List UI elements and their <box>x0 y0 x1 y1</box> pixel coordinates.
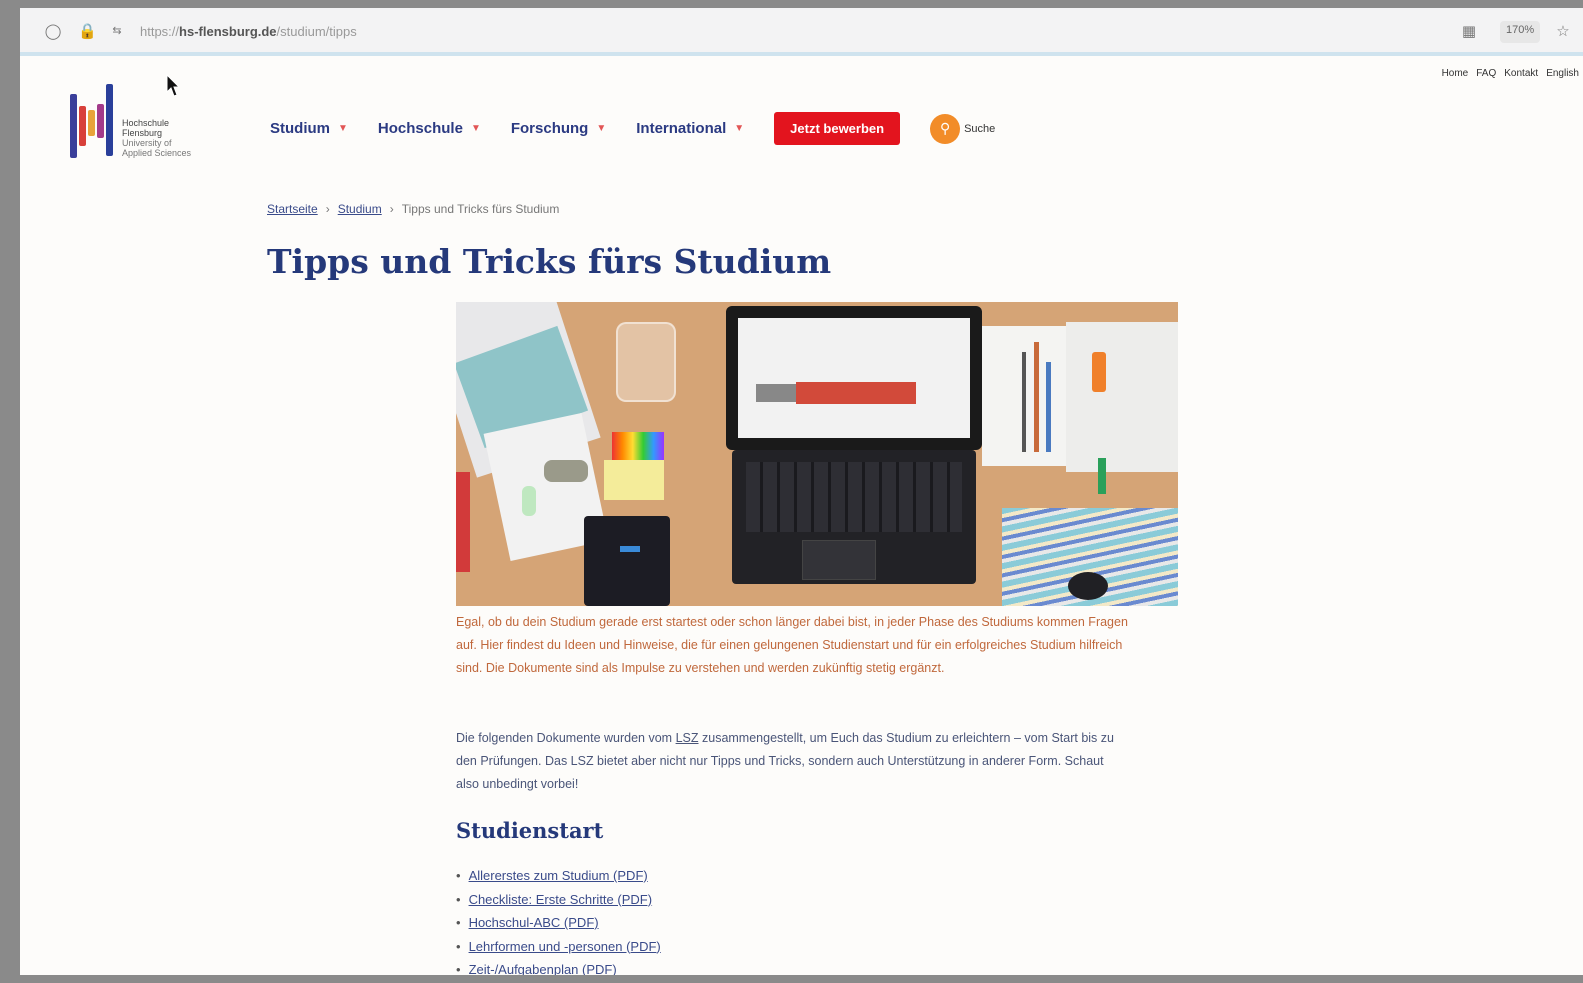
document-link[interactable]: Allererstes zum Studium (PDF) <box>469 868 648 883</box>
document-link[interactable]: Lehrformen und -personen (PDF) <box>469 939 661 954</box>
list-item: • Checkliste: Erste Schritte (PDF) <box>456 891 653 907</box>
nav-item-hochschule[interactable]: Hochschule ▼ <box>378 120 481 137</box>
list-item: • Lehrformen und -personen (PDF) <box>456 938 661 954</box>
list-item: • Hochschul-ABC (PDF) <box>456 915 599 930</box>
lsz-link[interactable]: LSZ <box>676 731 699 745</box>
site-logo[interactable]: Hochschule Flensburg University of Appli… <box>70 82 230 182</box>
logo-bar <box>70 94 77 158</box>
nav-item-international[interactable]: International ▼ <box>636 120 744 137</box>
browser-url-bar: ◯ 🔒 ⇆ https://hs-flensburg.de/studium/ti… <box>20 8 1583 56</box>
logo-bar <box>106 84 113 156</box>
chevron-down-icon: ▼ <box>338 123 348 134</box>
document-link[interactable]: Zeit-/Aufgabenplan (PDF) <box>469 962 617 975</box>
breadcrumb-studium[interactable]: Studium <box>338 202 382 216</box>
url-field[interactable]: https://hs-flensburg.de/studium/tipps <box>140 24 357 39</box>
reader-icon[interactable]: ▦ <box>1460 22 1478 40</box>
list-item: • Zeit-/Aufgabenplan (PDF) <box>456 962 617 975</box>
logo-bar <box>88 110 95 136</box>
body-text: Die folgenden Dokumente wurden vom LSZ z… <box>456 731 1114 791</box>
search-icon: ⚲ <box>930 113 961 144</box>
breadcrumb-home[interactable]: Startseite <box>267 202 318 216</box>
browser-window: ◯ 🔒 ⇆ https://hs-flensburg.de/studium/ti… <box>20 8 1583 975</box>
apply-button[interactable]: Jetzt bewerben <box>774 112 901 145</box>
document-list: • Allererstes zum Studium (PDF) • Checklis… <box>456 864 661 975</box>
section-title: Studienstart <box>456 818 604 843</box>
shield-icon[interactable]: ◯ <box>44 22 62 40</box>
top-link-home[interactable]: Home <box>1442 68 1469 79</box>
top-link-english[interactable]: English <box>1546 68 1579 79</box>
nav-item-forschung[interactable]: Forschung ▼ <box>511 120 606 137</box>
logo-bar <box>97 104 104 138</box>
top-link-contact[interactable]: Kontakt <box>1504 68 1538 79</box>
hero-image <box>456 302 1178 606</box>
breadcrumb-current: Tipps und Tricks fürs Studium <box>401 202 560 216</box>
page-title: Tipps und Tricks fürs Studium <box>267 242 832 281</box>
permissions-icon[interactable]: ⇆ <box>108 22 126 40</box>
breadcrumb-separator: › <box>325 202 330 216</box>
lock-icon[interactable]: 🔒 <box>78 22 97 40</box>
breadcrumb: Startseite › Studium › Tipps und Tricks … <box>267 202 559 216</box>
chevron-down-icon: ▼ <box>596 123 607 134</box>
logo-bar <box>79 106 86 146</box>
search-button[interactable]: ⚲ Suche <box>930 113 995 144</box>
top-link-faq[interactable]: FAQ <box>1476 68 1496 79</box>
mouse-cursor-icon <box>166 74 180 97</box>
breadcrumb-separator: › <box>389 202 394 216</box>
star-icon[interactable]: ☆ <box>1554 22 1572 40</box>
main-navigation: Studium ▼ Hochschule ▼ Forschung ▼ Internat… <box>270 112 995 145</box>
chevron-down-icon: ▼ <box>734 123 745 134</box>
logo-text: Hochschule Flensburg University of Appli… <box>122 118 192 158</box>
nav-item-studium[interactable]: Studium ▼ <box>270 120 348 137</box>
zoom-indicator[interactable]: 170% <box>1500 21 1541 43</box>
document-link[interactable]: Checkliste: Erste Schritte (PDF) <box>469 892 653 907</box>
document-link[interactable]: Hochschul-ABC (PDF) <box>469 915 599 930</box>
chevron-down-icon: ▼ <box>470 123 481 134</box>
top-links: Home FAQ Kontakt English <box>1442 68 1579 79</box>
intro-text: Egal, ob du dein Studium gerade erst sta… <box>456 615 1128 675</box>
list-item: • Allererstes zum Studium (PDF) <box>456 868 648 883</box>
